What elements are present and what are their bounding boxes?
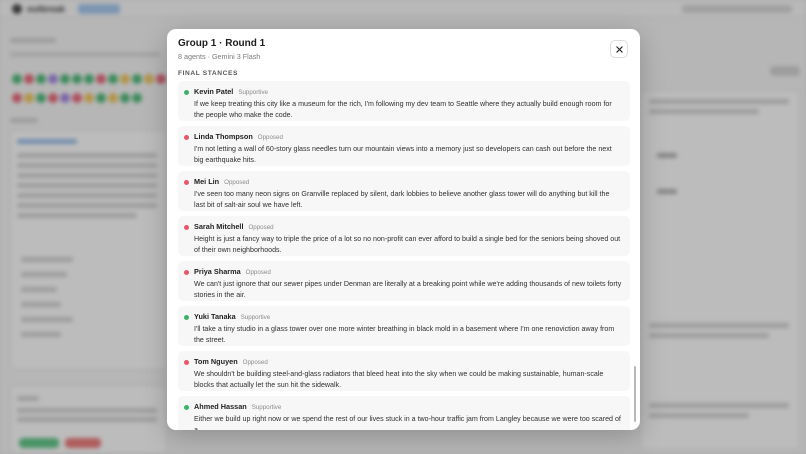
section-label-final-stances: FINAL STANCES [178,70,238,77]
dialog-subtitle: 8 agents · Gemini 3 Flash [178,52,261,61]
stance-status: Opposed [257,134,283,141]
stance-header: Mei Lin Opposed [194,177,622,187]
stance-status: Opposed [224,179,250,186]
agent-name: Priya Sharma [194,267,241,276]
stance-card: Yuki Tanaka Supportive I'll take a tiny st… [178,306,630,346]
agent-name: Tom Nguyen [194,357,238,366]
status-dot-icon [184,270,189,275]
stance-header: Kevin Patel Supportive [194,87,622,97]
stance-card: Linda Thompson Opposed I'm not letting a w… [178,126,630,166]
status-dot-icon [184,225,189,230]
stance-text: If we keep treating this city like a mus… [194,100,612,119]
stance-text: I'll take a tiny studio in a glass tower… [194,325,615,344]
stance-card: Kevin Patel Supportive If we keep treating… [178,81,630,121]
stance-header: Tom Nguyen Opposed [194,357,622,367]
stance-text: I've seen too many neon signs on Granvil… [194,190,610,209]
status-dot-icon [184,180,189,185]
stance-text: We can't just ignore that our sewer pipe… [194,280,622,299]
stance-status: Opposed [245,269,271,276]
stance-card: Mei Lin Opposed I've seen too many neon si… [178,171,630,211]
stance-text: Height is just a fancy way to triple the… [194,235,621,254]
agent-name: Kevin Patel [194,87,234,96]
stance-card: Ahmed Hassan Supportive Either we build up… [178,396,630,430]
stance-status: Supportive [240,314,271,321]
stance-text: I'm not letting a wall of 60-story glass… [194,145,612,164]
status-dot-icon [184,315,189,320]
stance-status: Supportive [251,404,282,411]
stance-list[interactable]: Kevin Patel Supportive If we keep treating… [178,81,630,430]
stance-status: Supportive [238,89,268,96]
dialog-scrollbar[interactable] [634,366,636,422]
stance-header: Yuki Tanaka Supportive [194,312,622,322]
status-dot-icon [184,90,189,95]
close-button[interactable] [610,40,628,58]
stance-header: Linda Thompson Opposed [194,132,622,142]
stance-text: Either we build up right now or we spend… [194,415,621,430]
status-dot-icon [184,405,189,410]
stance-card: Tom Nguyen Opposed We shouldn't be buildin… [178,351,630,391]
status-dot-icon [184,360,189,365]
agent-name: Mei Lin [194,177,220,186]
agent-name: Yuki Tanaka [194,312,236,321]
dialog-header: Group 1 · Round 1 8 agents · Gemini 3 Fl… [178,37,629,73]
stance-header: Priya Sharma Opposed [194,267,622,277]
stance-status: Opposed [248,224,274,231]
agent-name: Sarah Mitchell [194,222,244,231]
stance-card: Sarah Mitchell Opposed Height is just a fa… [178,216,630,256]
group-round-dialog: Group 1 · Round 1 8 agents · Gemini 3 Fl… [167,29,640,430]
close-icon [615,45,623,53]
stance-header: Sarah Mitchell Opposed [194,222,622,232]
status-dot-icon [184,135,189,140]
stance-text: We shouldn't be building steel-and-glass… [194,370,604,389]
agent-name: Ahmed Hassan [194,402,247,411]
stance-status: Opposed [242,359,268,366]
dialog-title: Group 1 · Round 1 [178,38,266,49]
stance-header: Ahmed Hassan Supportive [194,402,622,412]
agent-name: Linda Thompson [194,132,253,141]
stance-card: Priya Sharma Opposed We can't just ignore … [178,261,630,301]
